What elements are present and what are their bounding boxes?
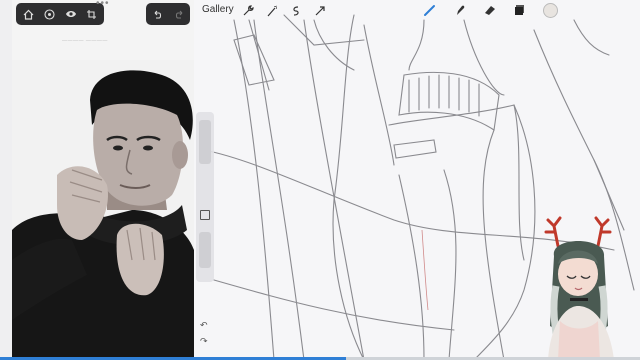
eye-icon[interactable] (64, 7, 78, 21)
color-picker-button[interactable] (542, 2, 558, 18)
canvas-sidebar: ↶ ↷ (196, 112, 214, 346)
actions-toolbar (240, 3, 328, 19)
watermark-text: ———— ———— (62, 38, 108, 44)
brush-icon[interactable] (422, 2, 438, 18)
transform-arrow-icon[interactable] (312, 3, 328, 19)
redo-icon[interactable] (172, 7, 186, 21)
sidebar-redo-button[interactable]: ↷ (200, 336, 208, 347)
modify-button[interactable] (200, 210, 210, 220)
smudge-icon[interactable] (452, 2, 468, 18)
eraser-icon[interactable] (482, 2, 498, 18)
layers-icon[interactable] (512, 2, 528, 18)
magic-wand-icon[interactable] (264, 3, 280, 19)
opacity-slider[interactable] (199, 232, 211, 268)
sidebar-undo-button[interactable]: ↶ (200, 320, 208, 331)
tools-toolbar (422, 2, 558, 18)
canvas-toolbar: Gallery (194, 0, 640, 20)
selection-icon[interactable] (288, 3, 304, 19)
current-color-swatch (542, 2, 558, 18)
gallery-button[interactable]: Gallery (202, 4, 234, 15)
wrench-icon[interactable] (240, 3, 256, 19)
brush-size-slider[interactable] (199, 120, 211, 164)
reference-toolbar (16, 3, 104, 25)
crop-icon[interactable] (85, 7, 99, 21)
reference-photo (12, 60, 194, 360)
streamer-avatar (544, 216, 614, 360)
more-dots-icon[interactable]: ••• (96, 0, 110, 9)
reference-panel: ••• ———— ———— (12, 0, 194, 360)
target-icon[interactable] (43, 7, 57, 21)
reference-undo-redo (146, 3, 190, 25)
home-icon[interactable] (22, 7, 36, 21)
undo-icon[interactable] (150, 7, 164, 21)
